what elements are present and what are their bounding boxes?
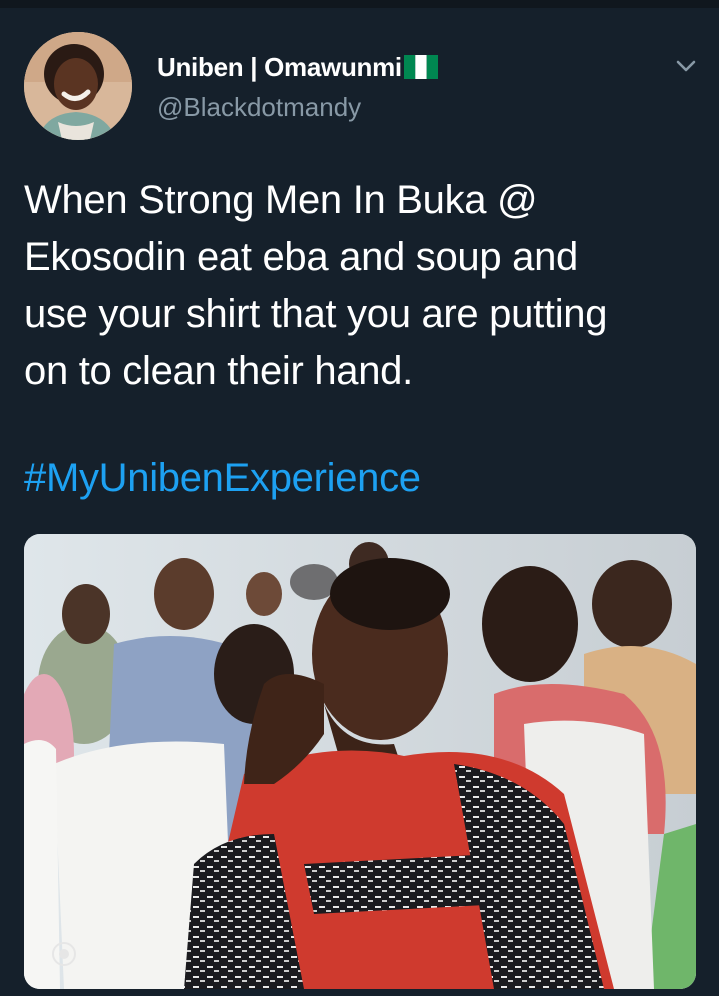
status-strip bbox=[0, 0, 719, 8]
tweet-text: When Strong Men In Buka @ Ekosodin eat e… bbox=[24, 172, 696, 400]
display-name[interactable]: Uniben | Omawunmi bbox=[157, 52, 402, 83]
tweet-text-line: Ekosodin eat eba and soup and bbox=[24, 235, 578, 279]
photo-image bbox=[24, 534, 696, 989]
photo-attachment[interactable] bbox=[24, 534, 696, 989]
hashtag-link[interactable]: #MyUnibenExperience bbox=[24, 450, 421, 507]
user-name-row[interactable]: Uniben | Omawunmi bbox=[157, 50, 438, 84]
tweet-text-line: on to clean their hand. bbox=[24, 349, 413, 393]
tweet-text-line: When Strong Men In Buka @ bbox=[24, 178, 538, 222]
chevron-down-icon[interactable] bbox=[672, 52, 700, 80]
user-handle[interactable]: @Blackdotmandy bbox=[157, 92, 361, 123]
tweet-text-line: use your shirt that you are putting bbox=[24, 292, 608, 336]
nigeria-flag-icon bbox=[403, 55, 438, 79]
user-avatar[interactable] bbox=[24, 32, 132, 140]
tweet-card: Uniben | Omawunmi @Blackdotmandy When St… bbox=[0, 8, 719, 996]
avatar-image bbox=[24, 32, 132, 140]
